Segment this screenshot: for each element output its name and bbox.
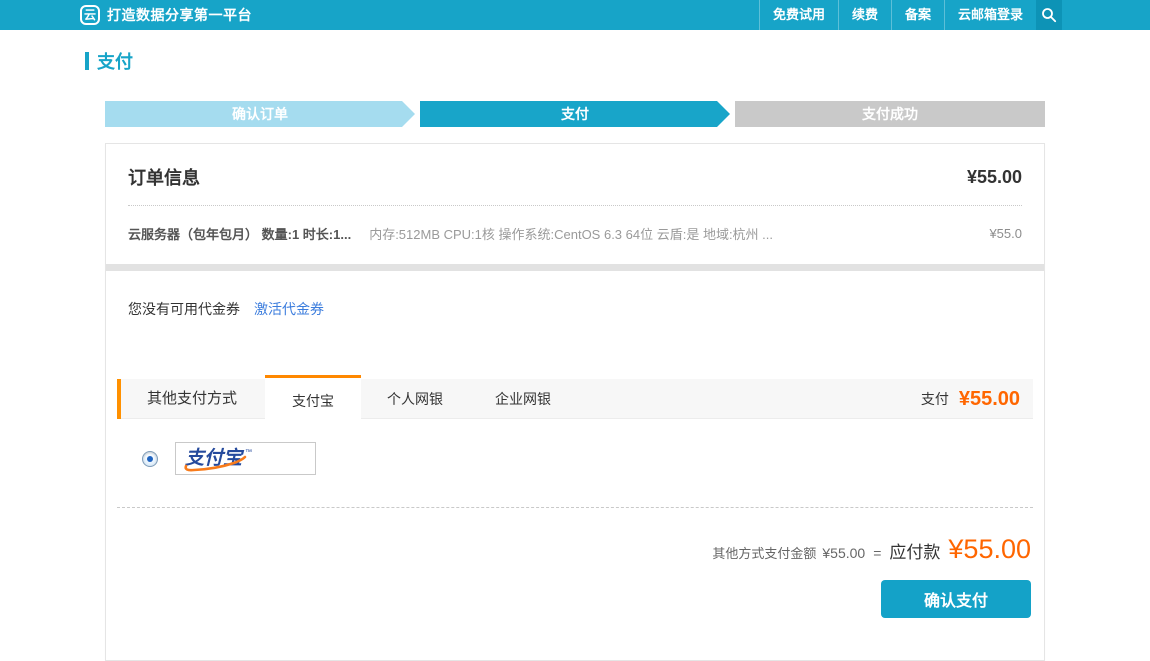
payment-method-tabs: 其他支付方式 支付宝 个人网银 企业网银 支付 ¥55.00 xyxy=(117,379,1033,419)
nav-item-renew[interactable]: 续费 xyxy=(838,0,891,30)
order-item-price: ¥55.0 xyxy=(989,226,1022,241)
order-info-header: 订单信息 ¥55.00 xyxy=(106,144,1044,205)
brand-title: 打造数据分享第一平台 xyxy=(107,5,252,25)
voucher-message: 您没有可用代金券 xyxy=(128,299,240,319)
order-item-name: 云服务器（包年包月） 数量:1 时长:1... xyxy=(128,224,351,243)
nav-item-filing[interactable]: 备案 xyxy=(891,0,944,30)
confirm-button-row: 确认支付 xyxy=(106,565,1044,618)
confirm-pay-button[interactable]: 确认支付 xyxy=(881,580,1031,618)
alipay-logo-text: 支付宝 xyxy=(185,447,245,469)
page-title-bar: 支付 xyxy=(85,48,1150,74)
other-amount-label: 其他方式支付金额 xyxy=(712,543,816,562)
order-info-title: 订单信息 xyxy=(128,164,200,190)
equals-sign: = xyxy=(873,545,881,561)
payment-summary: 其他方式支付金额 ¥55.00 = 应付款 ¥55.00 xyxy=(106,508,1044,565)
amount-due-label: 应付款 xyxy=(889,538,940,563)
alipay-logo-icon: 支付宝 ™ xyxy=(182,445,304,473)
order-item-specs: 内存:512MB CPU:1核 操作系统:CentOS 6.3 64位 云盾:是… xyxy=(369,224,977,243)
other-payment-methods-label: 其他支付方式 xyxy=(121,379,265,419)
logo-glyph: 云 xyxy=(84,9,96,21)
pay-amount-wrap: 支付 ¥55.00 xyxy=(921,379,1033,419)
top-nav: 免费试用 续费 备案 云邮箱登录 xyxy=(759,0,1062,30)
search-icon xyxy=(1041,7,1057,23)
pay-amount: ¥55.00 xyxy=(959,388,1020,411)
alipay-trademark: ™ xyxy=(245,449,252,456)
step-pay: 支付 xyxy=(420,101,730,127)
radio-dot-icon xyxy=(147,456,153,462)
progress-steps: 确认订单 支付 支付成功 xyxy=(105,101,1045,127)
voucher-row: 您没有可用代金券 激活代金券 xyxy=(106,271,1044,379)
other-amount-value: ¥55.00 xyxy=(822,545,865,561)
nav-item-cloud-mail-login[interactable]: 云邮箱登录 xyxy=(944,0,1036,30)
search-button[interactable] xyxy=(1036,0,1062,30)
top-header: 云 打造数据分享第一平台 免费试用 续费 备案 云邮箱登录 xyxy=(0,0,1150,30)
cloud-logo-icon: 云 xyxy=(80,5,100,25)
alipay-logo-box[interactable]: 支付宝 ™ xyxy=(175,442,316,475)
step-pay-success: 支付成功 xyxy=(735,101,1045,127)
nav-item-free-trial[interactable]: 免费试用 xyxy=(759,0,838,30)
order-total-amount: ¥55.00 xyxy=(967,167,1022,188)
activate-voucher-link[interactable]: 激活代金券 xyxy=(254,299,324,319)
tab-personal-netbank[interactable]: 个人网银 xyxy=(361,379,469,419)
pay-label: 支付 xyxy=(921,389,949,409)
section-divider xyxy=(106,264,1044,271)
step-confirm-order: 确认订单 xyxy=(105,101,415,127)
alipay-radio-selected[interactable] xyxy=(142,451,158,467)
title-accent-bar xyxy=(85,52,89,70)
page-title: 支付 xyxy=(97,48,133,74)
payment-card: 订单信息 ¥55.00 云服务器（包年包月） 数量:1 时长:1... 内存:5… xyxy=(105,143,1045,661)
alipay-option-row: 支付宝 ™ xyxy=(106,419,1044,475)
amount-due-value: ¥55.00 xyxy=(948,534,1031,565)
tab-enterprise-netbank[interactable]: 企业网银 xyxy=(469,379,577,419)
order-item-row: 云服务器（包年包月） 数量:1 时长:1... 内存:512MB CPU:1核 … xyxy=(106,206,1044,264)
tab-alipay[interactable]: 支付宝 xyxy=(265,375,361,425)
